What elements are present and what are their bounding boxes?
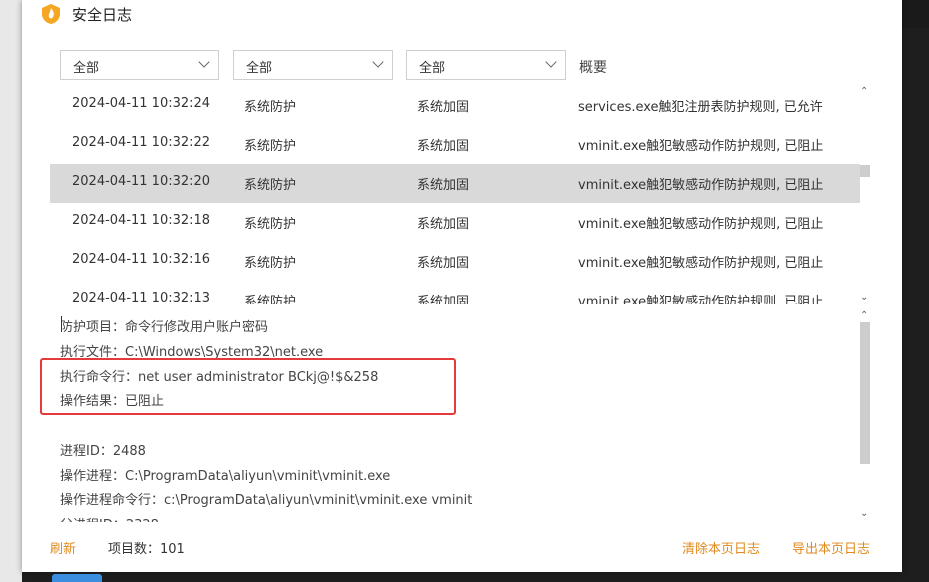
title-bar: 安全日志 [22, 0, 562, 28]
time-filter-dropdown[interactable]: 全部 [60, 50, 219, 80]
time-cell: 2024-04-11 10:32:16 [72, 252, 211, 267]
footer-bar: 刷新 项目数：101 清除本页日志 导出本页日志 [22, 530, 902, 562]
summary-cell: vminit.exe触犯敏感动作防护规则, 已阻止 [578, 178, 824, 193]
detail-protection-item: 防护项目：命令行修改用户账户密码 [60, 320, 269, 335]
detail-panel: 防护项目：命令行修改用户账户密码 执行文件：C:\Windows\System3… [60, 312, 850, 522]
log-list: 2024-04-11 10:32:24 系统防护 系统加固 services.e… [50, 86, 860, 304]
scroll-up-icon[interactable]: ⌃ [860, 86, 868, 97]
detail-process-cmdline: 操作进程命令行：c:\ProgramData\aliyun\vminit\vmi… [60, 493, 473, 508]
chevron-down-icon [198, 56, 210, 68]
type-filter-value: 全部 [419, 61, 446, 76]
module-cell: 系统防护 [244, 100, 297, 115]
scroll-up-icon[interactable]: ⌃ [860, 310, 868, 321]
security-log-window: 安全日志 全部 全部 全部 概要 2024-04-11 10:32:24 系统防… [22, 0, 902, 572]
time-filter-value: 全部 [73, 61, 100, 76]
type-cell: 系统加固 [417, 295, 470, 304]
summary-cell: vminit.exe触犯敏感动作防护规则, 已阻止 [578, 295, 824, 304]
time-cell: 2024-04-11 10:32:20 [72, 174, 211, 189]
summary-cell: vminit.exe触犯敏感动作防护规则, 已阻止 [578, 217, 824, 232]
red-highlight-box [40, 358, 456, 415]
table-row-selected[interactable]: 2024-04-11 10:32:20 系统防护 系统加固 vminit.exe… [50, 164, 860, 203]
detail-scrollbar-thumb[interactable] [860, 322, 870, 464]
module-cell: 系统防护 [244, 295, 297, 304]
time-cell: 2024-04-11 10:32:18 [72, 213, 211, 228]
shield-logo-icon [42, 4, 60, 24]
export-page-log-link[interactable]: 导出本页日志 [792, 538, 870, 557]
summary-cell: vminit.exe触犯敏感动作防护规则, 已阻止 [578, 256, 824, 271]
table-row[interactable]: 2024-04-11 10:32:13 系统防护 系统加固 vminit.exe… [50, 281, 860, 304]
module-cell: 系统防护 [244, 178, 297, 193]
time-cell: 2024-04-11 10:32:13 [72, 291, 211, 304]
type-filter-dropdown[interactable]: 全部 [406, 50, 566, 80]
table-row[interactable]: 2024-04-11 10:32:24 系统防护 系统加固 services.e… [50, 86, 860, 125]
filter-row: 全部 全部 全部 概要 [60, 50, 870, 80]
type-cell: 系统加固 [417, 256, 470, 271]
module-cell: 系统防护 [244, 256, 297, 271]
folder-icon[interactable] [52, 574, 102, 582]
refresh-link[interactable]: 刷新 [50, 538, 76, 557]
summary-cell: vminit.exe触犯敏感动作防护规则, 已阻止 [578, 139, 824, 154]
item-count: 项目数：101 [108, 542, 185, 557]
type-cell: 系统加固 [417, 100, 470, 115]
module-cell: 系统防护 [244, 217, 297, 232]
window-title: 安全日志 [72, 6, 133, 24]
chevron-down-icon [545, 56, 557, 68]
type-cell: 系统加固 [417, 217, 470, 232]
detail-process-id: 进程ID：2488 [60, 444, 146, 459]
time-cell: 2024-04-11 10:32:22 [72, 135, 211, 150]
list-scrollbar-thumb[interactable] [860, 165, 870, 177]
summary-column-header: 概要 [579, 60, 607, 76]
table-row[interactable]: 2024-04-11 10:32:18 系统防护 系统加固 vminit.exe… [50, 203, 860, 242]
text-caret [61, 316, 62, 332]
type-cell: 系统加固 [417, 178, 470, 193]
detail-operating-process: 操作进程：C:\ProgramData\aliyun\vminit\vminit… [60, 469, 391, 484]
summary-cell: services.exe触犯注册表防护规则, 已允许 [578, 100, 823, 115]
clear-page-log-link[interactable]: 清除本页日志 [682, 538, 760, 557]
desktop-background [0, 0, 22, 582]
detail-parent-process-id: 父进程ID：2328 [60, 514, 159, 522]
table-row[interactable]: 2024-04-11 10:32:22 系统防护 系统加固 vminit.exe… [50, 125, 860, 164]
module-filter-dropdown[interactable]: 全部 [233, 50, 393, 80]
module-cell: 系统防护 [244, 139, 297, 154]
module-filter-value: 全部 [246, 61, 273, 76]
scroll-down-icon[interactable]: ⌄ [860, 508, 868, 519]
chevron-down-icon [372, 56, 384, 68]
time-cell: 2024-04-11 10:32:24 [72, 96, 211, 111]
table-row[interactable]: 2024-04-11 10:32:16 系统防护 系统加固 vminit.exe… [50, 242, 860, 281]
type-cell: 系统加固 [417, 139, 470, 154]
scroll-down-icon[interactable]: ⌄ [860, 292, 868, 303]
